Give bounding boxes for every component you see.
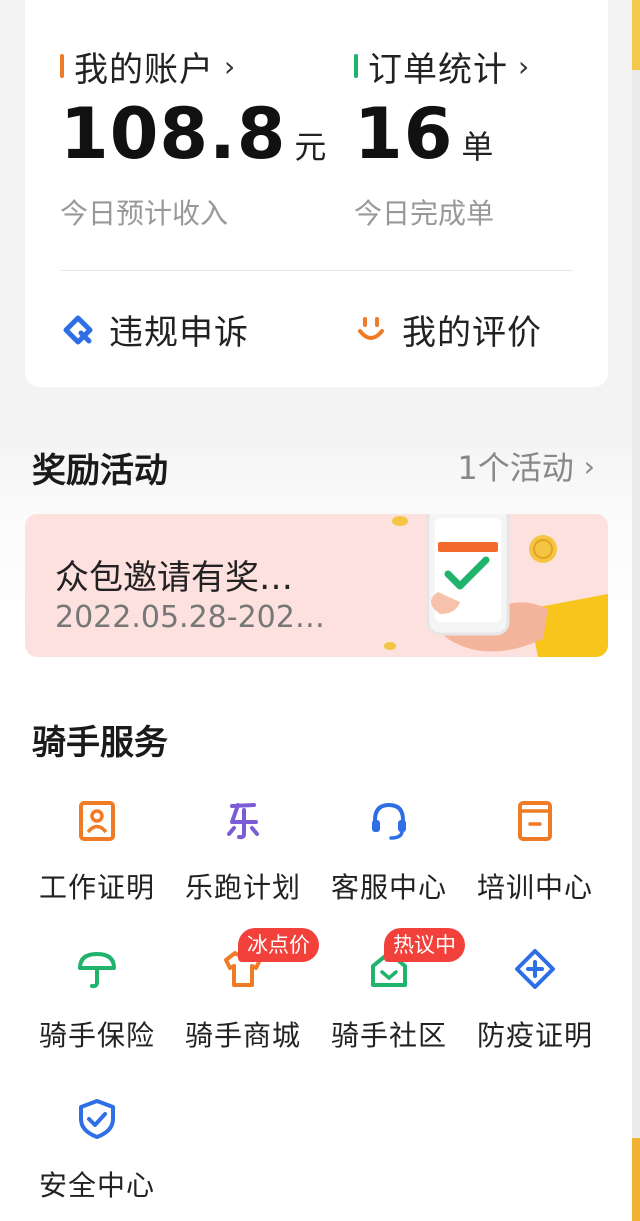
- le-icon: [227, 803, 259, 840]
- next-screen-edge: [632, 0, 640, 1221]
- summary-card: 我的账户 › 108.8 元 今日预计收入 订单统计 › 16 单 今日完成单 …: [25, 0, 608, 387]
- diamond-plus-icon: [515, 949, 555, 989]
- account-income-caption: 今日预计收入: [60, 197, 229, 230]
- appeal-icon: [63, 315, 93, 344]
- service-safety-center[interactable]: 安全中心: [24, 1098, 170, 1218]
- service-le-run-plan[interactable]: 乐跑计划: [170, 800, 316, 920]
- rewards-more-link[interactable]: 1个活动 ›: [457, 443, 595, 489]
- service-rider-community[interactable]: 热议中 骑手社区: [316, 928, 465, 1068]
- my-reviews-label: 我的评价: [402, 313, 542, 353]
- order-summary[interactable]: 订单统计 › 16 单 今日完成单: [354, 46, 529, 232]
- orders-count-caption: 今日完成单: [354, 197, 495, 230]
- banner-date: 2022.05.28-202…: [55, 600, 325, 635]
- account-summary[interactable]: 我的账户 › 108.8 元 今日预计收入: [60, 46, 326, 232]
- banner-title: 众包邀请有奖…: [55, 558, 293, 598]
- service-label: 骑手社区: [330, 1019, 447, 1052]
- book-icon: [518, 801, 552, 841]
- account-accent-bar: [60, 54, 64, 78]
- account-income-unit: 元: [294, 128, 327, 166]
- service-label: 骑手商城: [184, 1019, 301, 1052]
- service-training-center[interactable]: 培训中心: [462, 800, 608, 920]
- service-label: 乐跑计划: [184, 871, 301, 904]
- orders-accent-bar: [354, 54, 358, 78]
- chevron-right-icon: ›: [518, 49, 530, 83]
- chevron-right-icon: ›: [224, 49, 236, 83]
- card-divider: [61, 270, 573, 271]
- id-card-icon: [79, 801, 115, 841]
- service-label: 培训中心: [476, 871, 593, 904]
- orders-count-unit: 单: [461, 128, 494, 166]
- account-income-value: 108.8: [60, 93, 287, 175]
- services-section-title: 骑手服务: [32, 723, 168, 763]
- appeal-button[interactable]: 违规申诉: [61, 305, 249, 354]
- service-customer-center[interactable]: 客服中心: [316, 800, 462, 920]
- appeal-label: 违规申诉: [109, 313, 249, 353]
- rewards-count: 1个活动: [457, 449, 574, 487]
- umbrella-icon: [78, 952, 116, 989]
- orders-count-value: 16: [354, 93, 454, 175]
- account-title: 我的账户: [74, 49, 214, 90]
- service-label: 工作证明: [38, 871, 155, 904]
- service-rider-insurance[interactable]: 骑手保险: [24, 948, 170, 1068]
- chevron-right-icon: ›: [583, 449, 595, 483]
- headset-icon: [372, 802, 406, 840]
- service-label: 防疫证明: [476, 1019, 593, 1052]
- shield-check-icon: [79, 1099, 115, 1139]
- my-reviews-button[interactable]: 我的评价: [354, 305, 542, 354]
- hot-badge: 热议中: [384, 928, 465, 962]
- service-work-certificate[interactable]: 工作证明: [24, 800, 170, 920]
- promo-badge: 冰点价: [238, 928, 319, 962]
- service-label: 骑手保险: [38, 1019, 155, 1052]
- service-label: 客服中心: [330, 871, 447, 904]
- service-label: 安全中心: [38, 1169, 155, 1202]
- service-rider-mall[interactable]: 冰点价 骑手商城: [170, 928, 319, 1068]
- phone-hand-illustration: [384, 514, 608, 657]
- smile-icon: [358, 316, 384, 340]
- rewards-section-title: 奖励活动: [32, 451, 168, 491]
- orders-title: 订单统计: [368, 49, 508, 90]
- service-epidemic-certificate[interactable]: 防疫证明: [462, 948, 608, 1068]
- reward-banner[interactable]: 众包邀请有奖… 2022.05.28-202…: [25, 514, 608, 657]
